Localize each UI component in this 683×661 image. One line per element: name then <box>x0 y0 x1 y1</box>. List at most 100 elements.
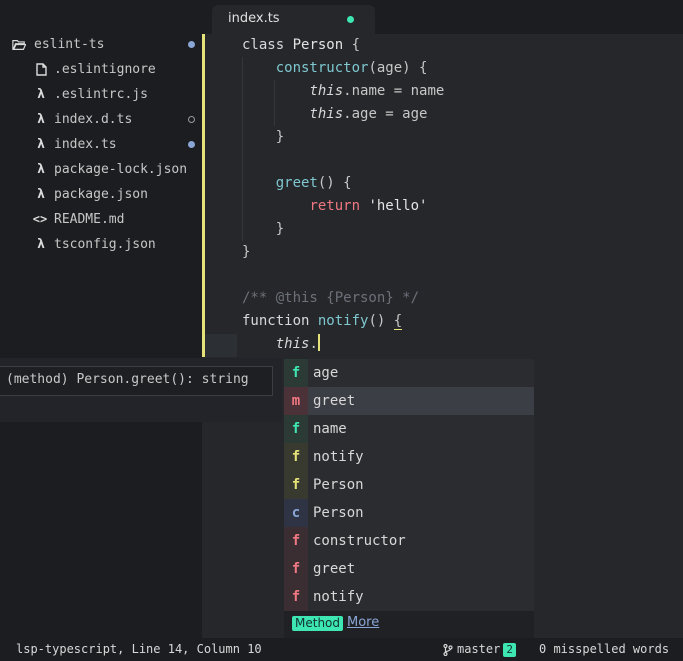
tree-root-folder[interactable]: eslint-ts <box>0 32 202 57</box>
file-tree-sidebar: eslint-ts .eslintignore λ .eslintrc.js λ… <box>0 0 202 638</box>
autocomplete-item-label: name <box>313 421 347 437</box>
tree-item-label: index.d.ts <box>54 112 133 127</box>
folder-open-icon <box>12 32 26 57</box>
fn-notify: notify <box>317 313 369 329</box>
tree-item-label: README.md <box>54 212 125 227</box>
lambda-icon: λ <box>37 137 45 152</box>
lambda-icon: λ <box>37 162 45 177</box>
code-line-8: return 'hello' <box>242 195 427 218</box>
code-text: } <box>275 129 285 145</box>
tree-item-package-json[interactable]: λ package.json <box>0 182 202 207</box>
function-kind-icon: f <box>284 527 308 555</box>
autocomplete-item[interactable]: f greet <box>284 555 534 583</box>
autocomplete-item-label: constructor <box>313 533 406 549</box>
autocomplete-list[interactable]: f age m greet f name f notify f Person c… <box>284 359 534 639</box>
autocomplete-item[interactable]: f notify <box>284 583 534 611</box>
class-name: Person <box>292 37 344 53</box>
branch-name: master <box>457 642 501 656</box>
autocomplete-item-label: Person <box>313 477 364 493</box>
class-kind-icon: c <box>284 499 308 527</box>
code-line-4: this.age = age <box>242 103 427 126</box>
keyword-return: return <box>309 198 361 214</box>
code-line-14: this. <box>242 333 320 356</box>
code-line-13: function notify() { <box>242 310 403 333</box>
autocomplete-item[interactable]: f notify <box>284 443 534 471</box>
tree-item-tsconfig[interactable]: λ tsconfig.json <box>0 232 202 257</box>
git-branch-icon <box>443 643 453 656</box>
current-line-highlight <box>205 334 237 357</box>
modified-dot-icon <box>188 141 195 148</box>
untracked-dot-icon <box>188 116 195 123</box>
function-kind-icon: f <box>284 471 308 499</box>
field-kind-icon: f <box>284 415 308 443</box>
code-text: () <box>368 313 394 329</box>
more-link[interactable]: More <box>347 615 379 630</box>
autocomplete-item-label: notify <box>313 449 364 465</box>
code-line-12: /** @this {Person} */ <box>242 287 419 310</box>
code-text: } <box>242 244 251 260</box>
autocomplete-item-label: Person <box>313 505 364 521</box>
text-cursor <box>317 334 320 351</box>
git-branch-status[interactable]: master 2 <box>443 638 516 661</box>
method-kind-icon: m <box>284 387 308 415</box>
tree-item-label: package.json <box>54 187 148 202</box>
matched-brace: { <box>393 313 403 330</box>
modified-dot-icon[interactable] <box>347 16 354 23</box>
code-line-5: } <box>242 126 284 149</box>
code-icon: <> <box>32 212 48 226</box>
code-line-1: class Person { <box>242 34 360 57</box>
tree-item-index-d-ts[interactable]: λ index.d.ts <box>0 107 202 132</box>
autocomplete-item[interactable]: f Person <box>284 471 534 499</box>
function-kind-icon: f <box>284 583 308 611</box>
tree-root-label: eslint-ts <box>34 37 105 52</box>
lambda-icon: λ <box>37 87 45 102</box>
string-literal: 'hello' <box>360 198 428 214</box>
code-line-7: greet() { <box>242 172 352 195</box>
cursor-position-status[interactable]: lsp-typescript, Line 14, Column 10 <box>16 638 262 661</box>
tab-label: index.ts <box>228 11 280 26</box>
code-text: .name = name <box>343 83 445 99</box>
code-text: } <box>275 221 285 237</box>
code-text: { <box>343 37 361 53</box>
autocomplete-item[interactable]: f age <box>284 359 534 387</box>
code-line-3: this.name = name <box>242 80 444 103</box>
git-change-gutter <box>202 34 205 357</box>
keyword-class: class <box>242 37 285 53</box>
spell-check-status[interactable]: 0 misspelled words <box>539 638 669 661</box>
this-keyword: this <box>275 336 310 352</box>
tree-item-eslintrc[interactable]: λ .eslintrc.js <box>0 82 202 107</box>
autocomplete-item-label: age <box>313 365 339 381</box>
signature-box: (method) Person.greet(): string <box>0 366 273 396</box>
autocomplete-item-label: notify <box>313 589 364 605</box>
autocomplete-item[interactable]: f name <box>284 415 534 443</box>
code-line-9: } <box>242 218 284 241</box>
keyword-function: function <box>242 313 310 329</box>
signature-text: (method) Person.greet(): string <box>6 372 249 387</box>
tree-item-label: tsconfig.json <box>54 237 156 252</box>
branch-count-badge: 2 <box>503 642 516 657</box>
this-keyword: this <box>309 106 344 122</box>
doc-comment: /** @this {Person} */ <box>242 290 420 306</box>
fn-greet: greet <box>275 175 318 191</box>
tree-item-label: index.ts <box>54 137 117 152</box>
tree-item-readme[interactable]: <> README.md <box>0 207 202 232</box>
tab-index-ts[interactable]: index.ts <box>212 5 375 34</box>
tree-item-package-lock[interactable]: λ package-lock.json <box>0 157 202 182</box>
code-line-2: constructor(age) { <box>242 57 428 80</box>
autocomplete-item-label: greet <box>313 393 356 409</box>
file-icon <box>34 57 48 82</box>
code-text: (age) { <box>368 60 428 76</box>
tree-item-label: .eslintrc.js <box>54 87 148 102</box>
autocomplete-item[interactable]: c Person <box>284 499 534 527</box>
tree-item-eslintignore[interactable]: .eslintignore <box>0 57 202 82</box>
autocomplete-footer: Method More <box>284 611 534 638</box>
autocomplete-item-label: greet <box>313 561 356 577</box>
code-text: .age = age <box>343 106 428 122</box>
function-kind-icon: f <box>284 443 308 471</box>
autocomplete-item[interactable]: m greet <box>284 387 534 415</box>
this-keyword: this <box>309 83 344 99</box>
signature-tooltip: (method) Person.greet(): string <box>0 358 282 422</box>
tree-item-index-ts[interactable]: λ index.ts <box>0 132 202 157</box>
autocomplete-item[interactable]: f constructor <box>284 527 534 555</box>
status-bar: lsp-typescript, Line 14, Column 10 maste… <box>0 638 683 661</box>
